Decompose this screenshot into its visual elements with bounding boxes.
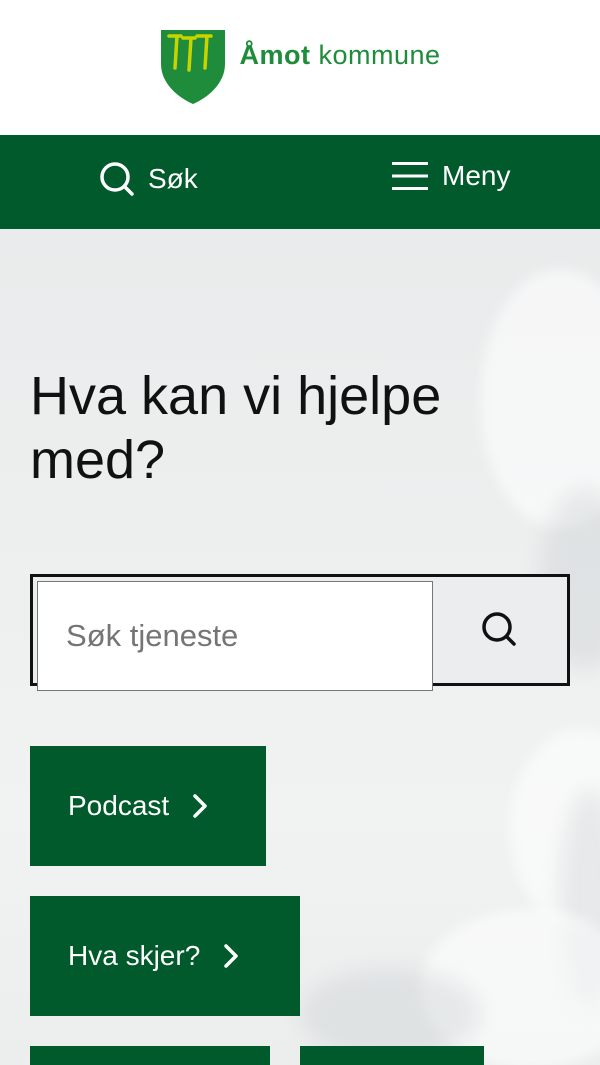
- logo-name-rest: kommune: [310, 39, 441, 70]
- site-header: Åmot kommune: [0, 0, 600, 135]
- quick-link-partial-2[interactable]: [300, 1046, 484, 1065]
- service-search-form: [30, 574, 570, 691]
- chevron-right-icon: [224, 944, 239, 968]
- site-logo-link[interactable]: Åmot kommune: [159, 28, 440, 106]
- quick-link-podcast[interactable]: Podcast: [30, 746, 266, 866]
- hamburger-menu-icon: [392, 162, 428, 190]
- nav-menu-button[interactable]: Meny: [392, 160, 510, 192]
- logo-wordmark: Åmot kommune: [239, 40, 440, 71]
- quick-link-hva-skjer[interactable]: Hva skjer?: [30, 896, 300, 1016]
- service-search-input[interactable]: [37, 581, 433, 691]
- nav-search-label: Søk: [148, 163, 198, 194]
- page-heading: Hva kan vi hjelpe med?: [30, 366, 442, 490]
- chevron-right-icon: [193, 794, 207, 818]
- coat-of-arms-icon: [161, 30, 226, 104]
- logo-name-bold: Åmot: [239, 39, 311, 70]
- nav-search-button[interactable]: Søk: [98, 160, 198, 198]
- quick-link-label: Podcast: [68, 790, 170, 821]
- search-icon: [100, 162, 134, 196]
- search-icon: [482, 612, 516, 646]
- nav-menu-label: Meny: [442, 160, 511, 191]
- quick-link-label: Hva skjer?: [68, 940, 201, 971]
- main-navbar: Søk Meny: [0, 135, 600, 229]
- quick-link-partial-1[interactable]: [30, 1046, 270, 1065]
- service-search-submit-button[interactable]: [433, 577, 567, 683]
